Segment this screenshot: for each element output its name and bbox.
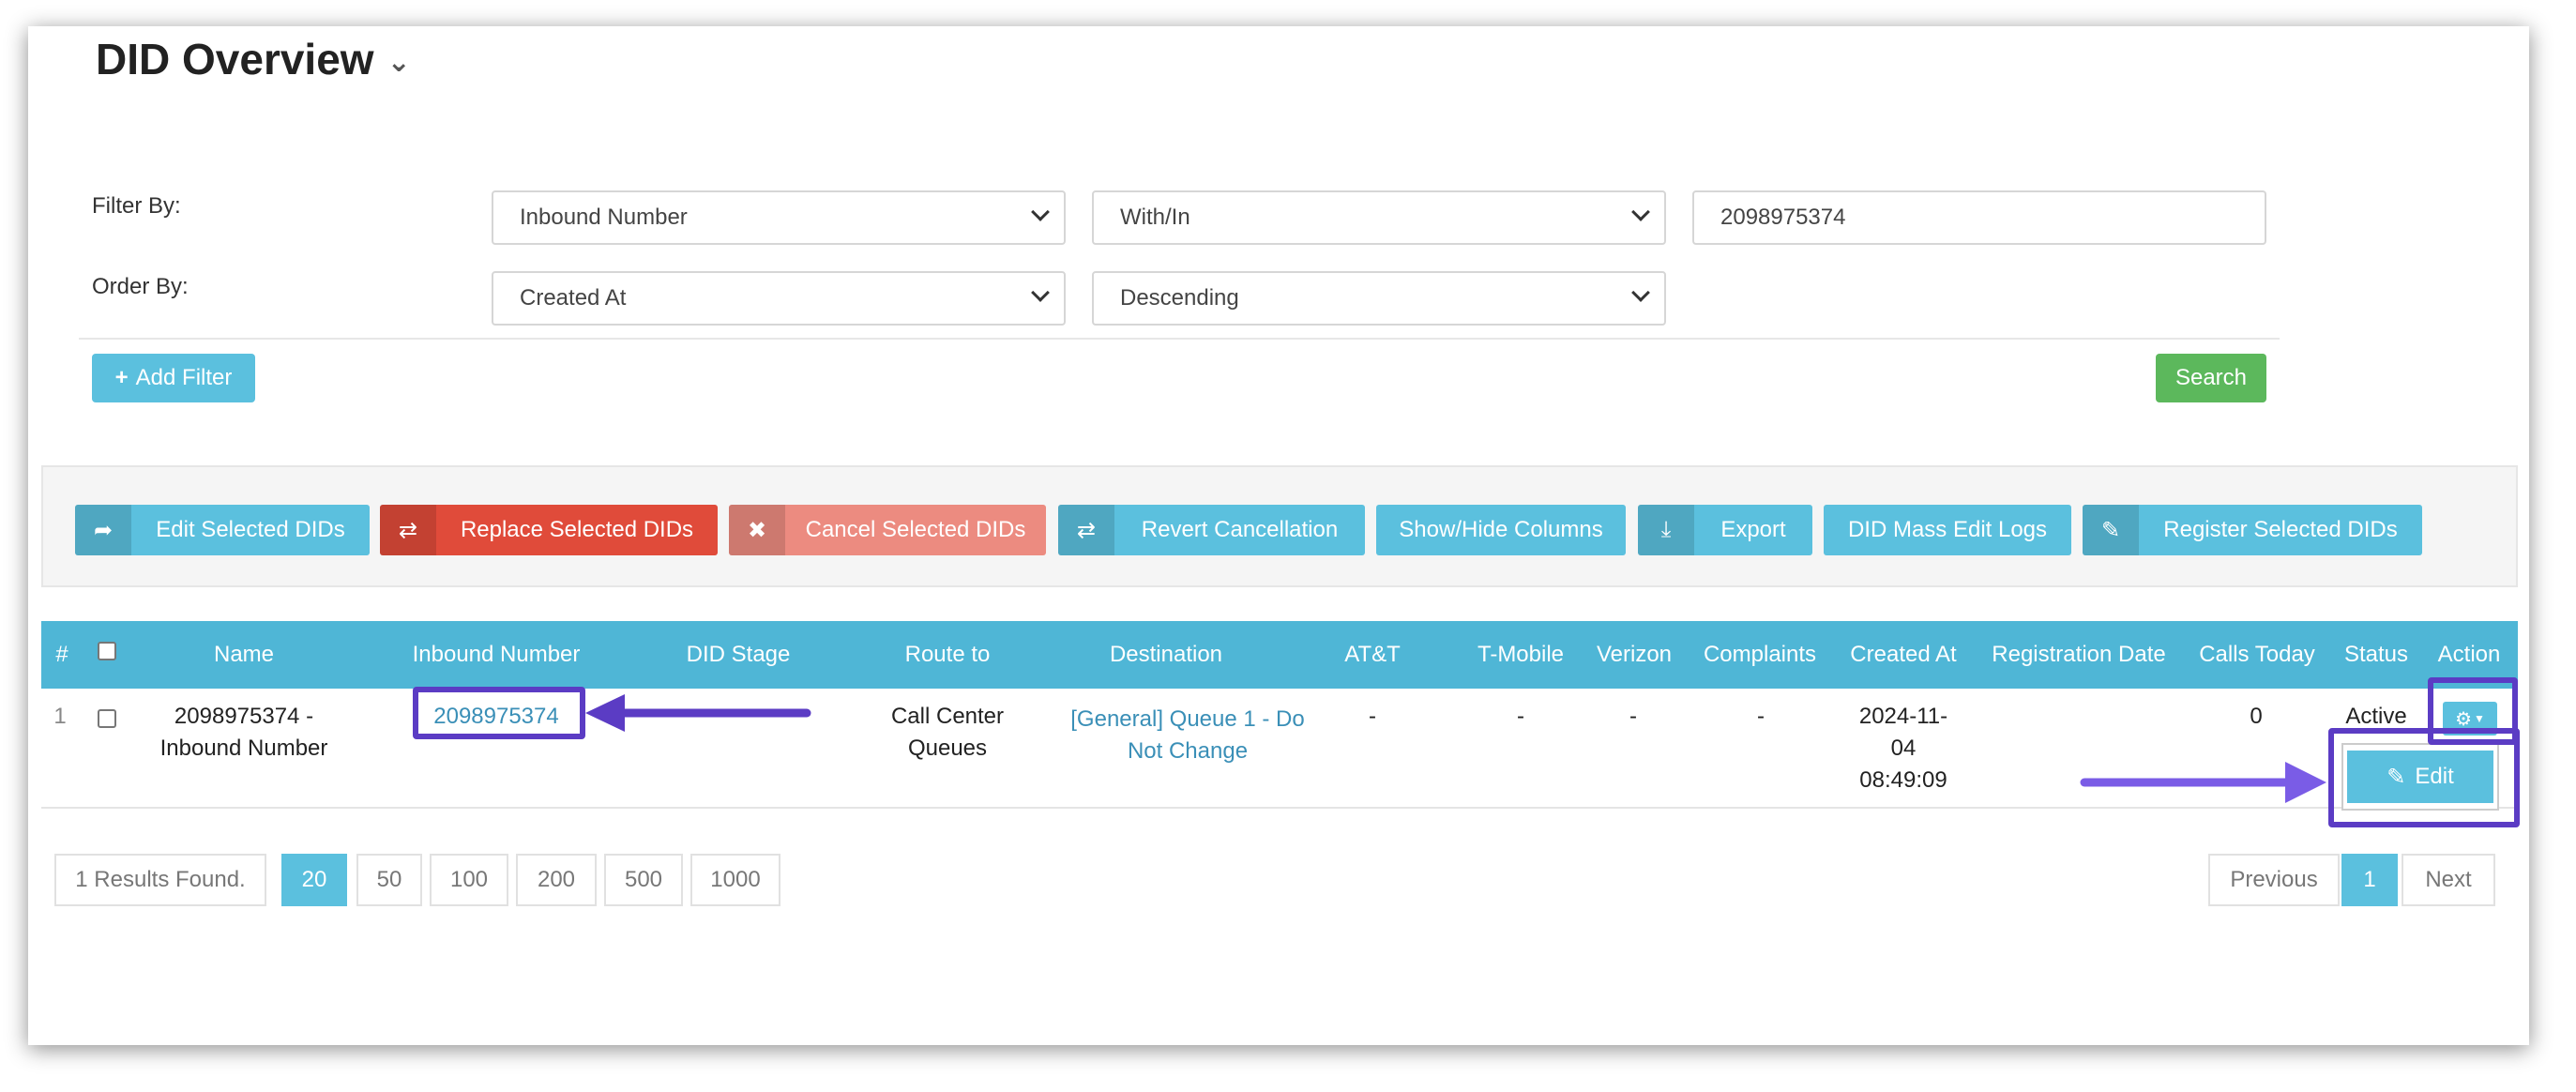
cancel-selected-dids-button[interactable]: ✖ Cancel Selected DIDs bbox=[729, 505, 1046, 555]
page-title[interactable]: DID Overview ⌄ bbox=[96, 34, 411, 84]
search-button-label: Search bbox=[2174, 365, 2248, 390]
register-selected-dids-label: Register Selected DIDs bbox=[2163, 517, 2398, 542]
column-header-registration-date[interactable]: Registration Date bbox=[1983, 642, 2174, 668]
annotation-arrow-right-icon bbox=[2080, 762, 2326, 803]
add-filter-button[interactable]: + Add Filter bbox=[92, 354, 255, 402]
did-mass-edit-logs-button[interactable]: DID Mass Edit Logs bbox=[1824, 505, 2071, 555]
row-complaints: - bbox=[1757, 704, 1765, 729]
column-header-did-stage[interactable]: DID Stage bbox=[670, 642, 807, 668]
add-filter-label: Add Filter bbox=[135, 365, 233, 390]
column-header-destination[interactable]: Destination bbox=[1088, 642, 1244, 668]
order-by-label: Order By: bbox=[92, 274, 189, 299]
created-line3: 08:49:09 bbox=[1859, 767, 1947, 793]
page-size-200[interactable]: 200 bbox=[516, 854, 597, 906]
filter-value-text: 2098975374 bbox=[1720, 205, 1846, 230]
page-size-20[interactable]: 20 bbox=[281, 854, 347, 906]
column-header-calls-today[interactable]: Calls Today bbox=[2191, 642, 2323, 668]
show-hide-columns-button[interactable]: Show/Hide Columns bbox=[1376, 505, 1626, 555]
filter-operator-value: With/In bbox=[1120, 205, 1190, 230]
order-field-select[interactable]: Created At bbox=[492, 271, 1066, 326]
edit-square-icon: ✎ bbox=[2083, 505, 2139, 555]
row-name-line2: Inbound Number bbox=[159, 736, 328, 761]
plus-icon: + bbox=[114, 365, 129, 390]
chevron-down-icon bbox=[1631, 283, 1650, 302]
chevron-down-icon[interactable]: ⌄ bbox=[387, 46, 411, 79]
annotation-highlight-inbound-number bbox=[413, 687, 585, 739]
chevron-down-icon bbox=[1031, 203, 1050, 221]
export-button[interactable]: ⤓ Export bbox=[1638, 505, 1812, 555]
results-count: 1 Results Found. bbox=[54, 854, 266, 906]
column-header-verizon[interactable]: Verizon bbox=[1589, 642, 1679, 668]
edit-selected-dids-button[interactable]: ➦ Edit Selected DIDs bbox=[75, 505, 370, 555]
row-name: 2098975374 - Inbound Number bbox=[131, 701, 356, 765]
edit-selected-dids-label: Edit Selected DIDs bbox=[156, 517, 345, 542]
page-size-1000[interactable]: 1000 bbox=[690, 854, 780, 906]
destination-line2: Not Change bbox=[1127, 738, 1249, 764]
download-icon: ⤓ bbox=[1638, 505, 1694, 555]
retweet-icon: ⇄ bbox=[380, 505, 436, 555]
column-header-action: Action bbox=[2437, 642, 2501, 667]
divider bbox=[79, 338, 2280, 340]
column-header-tmobile[interactable]: T-Mobile bbox=[1467, 642, 1574, 668]
row-route-line2: Queues bbox=[907, 736, 988, 761]
column-header-inbound-number[interactable]: Inbound Number bbox=[394, 642, 599, 668]
order-direction-value: Descending bbox=[1120, 285, 1239, 311]
created-line1: 2024-11- bbox=[1858, 704, 1948, 729]
row-route-line1: Call Center bbox=[890, 704, 1005, 729]
column-header-complaints[interactable]: Complaints bbox=[1694, 642, 1826, 668]
annotation-arrow-left-icon bbox=[585, 694, 811, 732]
order-direction-select[interactable]: Descending bbox=[1092, 271, 1666, 326]
column-header-att[interactable]: AT&T bbox=[1330, 642, 1415, 668]
revert-cancellation-button[interactable]: ⇄ Revert Cancellation bbox=[1058, 505, 1365, 555]
previous-page-button[interactable]: Previous bbox=[2208, 854, 2340, 906]
order-field-value: Created At bbox=[520, 285, 627, 311]
filter-value-input[interactable]: 2098975374 bbox=[1692, 190, 2266, 245]
column-header-route-to[interactable]: Route to bbox=[882, 642, 1013, 668]
page-title-text: DID Overview bbox=[96, 35, 374, 83]
row-index: 1 bbox=[53, 704, 67, 729]
page-1-button[interactable]: 1 bbox=[2341, 854, 2398, 906]
row-att: - bbox=[1369, 704, 1376, 729]
times-icon: ✖ bbox=[729, 505, 785, 555]
filter-field-value: Inbound Number bbox=[520, 205, 688, 230]
row-name-line1: 2098975374 - bbox=[174, 704, 314, 729]
annotation-highlight-edit bbox=[2328, 728, 2520, 827]
row-checkbox[interactable] bbox=[98, 709, 116, 728]
destination-link[interactable]: [General] Queue 1 - Do Not Change bbox=[1041, 704, 1334, 767]
chevron-down-icon bbox=[1631, 203, 1650, 221]
row-created-at: 2024-11- 04 08:49:09 bbox=[1839, 701, 1968, 796]
next-page-button[interactable]: Next bbox=[2402, 854, 2495, 906]
search-button[interactable]: Search bbox=[2156, 354, 2266, 402]
show-hide-columns-label: Show/Hide Columns bbox=[1399, 517, 1603, 542]
select-all-checkbox[interactable] bbox=[98, 642, 116, 660]
did-mass-edit-logs-label: DID Mass Edit Logs bbox=[1847, 517, 2048, 542]
row-route-to: Call Center Queues bbox=[844, 701, 1051, 765]
register-selected-dids-button[interactable]: ✎ Register Selected DIDs bbox=[2083, 505, 2422, 555]
destination-line1: [General] Queue 1 - Do bbox=[1070, 706, 1305, 732]
export-label: Export bbox=[1720, 517, 1786, 542]
column-header-status[interactable]: Status bbox=[2338, 642, 2415, 668]
cancel-selected-dids-label: Cancel Selected DIDs bbox=[805, 517, 1026, 542]
column-header-name[interactable]: Name bbox=[169, 642, 319, 668]
retweet-icon: ⇄ bbox=[1058, 505, 1114, 555]
filter-operator-select[interactable]: With/In bbox=[1092, 190, 1666, 245]
row-tmobile: - bbox=[1517, 704, 1524, 729]
replace-selected-dids-button[interactable]: ⇄ Replace Selected DIDs bbox=[380, 505, 718, 555]
page-size-100[interactable]: 100 bbox=[430, 854, 508, 906]
share-arrow-icon: ➦ bbox=[75, 505, 131, 555]
filter-field-select[interactable]: Inbound Number bbox=[492, 190, 1066, 245]
page-size-50[interactable]: 50 bbox=[356, 854, 422, 906]
revert-cancellation-label: Revert Cancellation bbox=[1141, 517, 1339, 542]
column-header-created-at[interactable]: Created At bbox=[1839, 642, 1968, 668]
row-calls-today: 0 bbox=[2250, 704, 2263, 729]
chevron-down-icon bbox=[1031, 283, 1050, 302]
column-header-index[interactable]: # bbox=[53, 642, 71, 668]
row-verizon: - bbox=[1629, 704, 1637, 729]
filter-by-label: Filter By: bbox=[92, 193, 181, 219]
replace-selected-dids-label: Replace Selected DIDs bbox=[460, 517, 694, 542]
page-size-500[interactable]: 500 bbox=[604, 854, 683, 906]
created-line2: 04 bbox=[1890, 736, 1917, 761]
